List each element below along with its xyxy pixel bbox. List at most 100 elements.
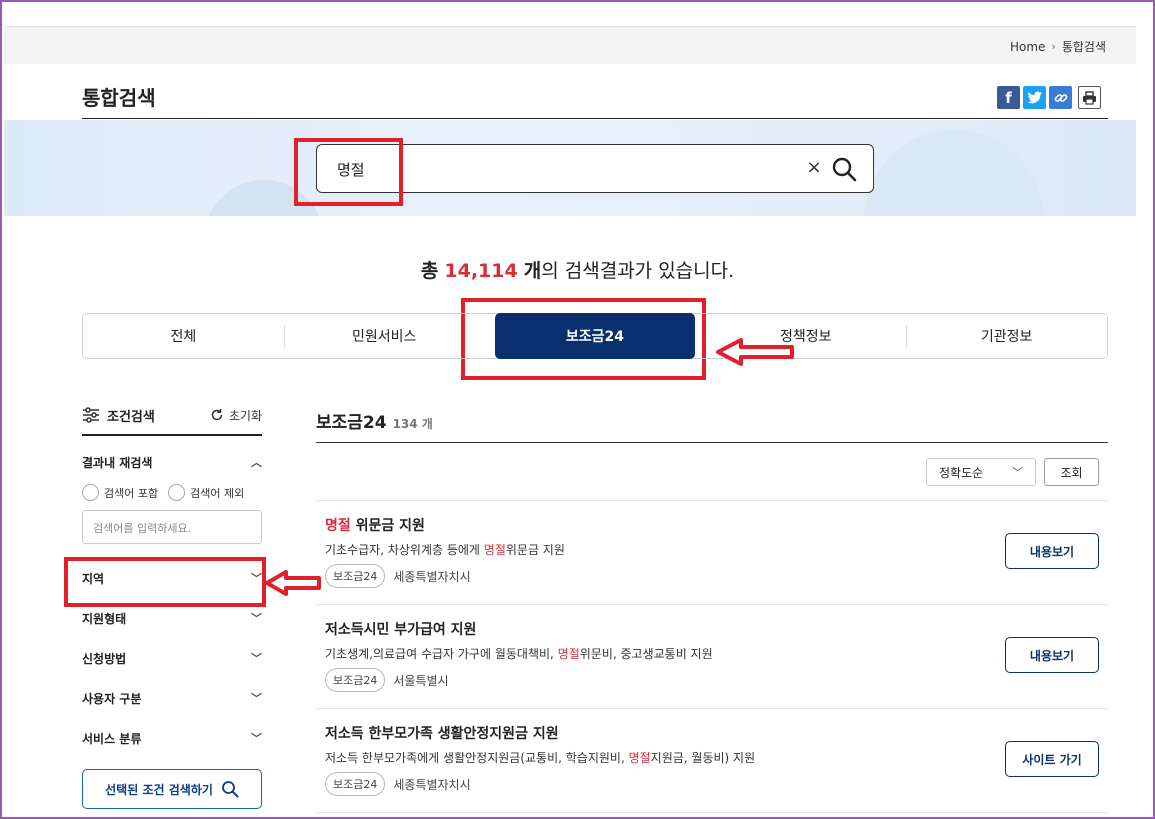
desc-text: 위문금 지원 — [505, 543, 565, 557]
filter-apply-method[interactable]: 신청방법 ﹀ — [82, 638, 262, 678]
result-count-number: 14,114 — [444, 260, 518, 282]
chevron-down-icon: ﹀ — [1012, 466, 1023, 479]
results-divider — [316, 442, 1108, 443]
view-detail-button[interactable]: 내용보기 — [1005, 533, 1099, 569]
sort-apply-button[interactable]: 조회 — [1044, 458, 1099, 486]
desc-text: 위문비, 중고생교통비 지원 — [579, 647, 713, 661]
desc-highlight: 명절 — [557, 647, 580, 661]
result-title[interactable]: 명절 위문금 지원 — [325, 515, 425, 535]
page-title: 통합검색 — [82, 86, 156, 110]
filter-user-type[interactable]: 사용자 구분 ﹀ — [82, 678, 262, 718]
filter-service-category[interactable]: 서비스 분류 ﹀ — [82, 718, 262, 758]
category-tag: 보조금24 — [325, 772, 386, 796]
result-meta: 보조금24 세종특별자치시 — [325, 564, 471, 588]
tab-subsidy24[interactable]: 보조금24 — [494, 313, 696, 359]
result-title[interactable]: 저소득 한부모가족 생활안정지원금 지원 — [325, 723, 559, 743]
refine-input[interactable]: 검색어를 입력하세요. — [82, 510, 262, 544]
filter-header: 조건검색 초기화 — [82, 402, 262, 436]
results-count: 134 개 — [392, 417, 433, 431]
result-title-highlight: 명절 — [325, 518, 351, 534]
print-icon[interactable] — [1078, 86, 1101, 109]
close-icon[interactable]: × — [804, 157, 824, 178]
refine-options: 검색어 포함 검색어 제외 — [82, 484, 262, 501]
filter-region-label: 지역 — [82, 571, 105, 586]
link-icon[interactable] — [1049, 86, 1072, 109]
search-icon — [221, 781, 239, 798]
filter-region[interactable]: 지역 ﹀ — [82, 558, 262, 598]
chevron-right-icon: › — [1051, 40, 1056, 53]
filter-title: 조건검색 — [82, 406, 155, 425]
filter-search-button[interactable]: 선택된 조건 검색하기 — [82, 769, 262, 809]
tab-all[interactable]: 전체 — [83, 314, 284, 358]
radio-circle — [168, 484, 186, 501]
breadcrumb: Home › 통합검색 — [1010, 38, 1106, 55]
annotation-box-search — [294, 138, 403, 206]
result-count: 총 14,114 개의 검색결과가 있습니다. — [2, 256, 1153, 283]
sort-select[interactable]: 정확도순 ﹀ — [926, 458, 1036, 486]
filter-support-type[interactable]: 지원형태 ﹀ — [82, 598, 262, 638]
refresh-icon — [211, 409, 223, 421]
radio-circle — [82, 484, 99, 501]
result-meta: 보조금24 서울특별시 — [325, 668, 449, 692]
result-title-text: 저소득시민 부가급여 지원 — [325, 622, 477, 638]
filter-service-category-label: 서비스 분류 — [82, 731, 142, 746]
chevron-down-icon: ﹀ — [251, 732, 262, 745]
view-detail-button[interactable]: 내용보기 — [1005, 637, 1099, 673]
share-buttons: f — [997, 86, 1101, 109]
title-divider — [82, 118, 1108, 119]
annotation-arrow-region — [265, 570, 321, 596]
twitter-icon[interactable] — [1023, 86, 1046, 109]
desc-highlight: 명절 — [483, 543, 506, 557]
search-input[interactable] — [337, 157, 777, 181]
filter-search-label: 선택된 조건 검색하기 — [105, 782, 213, 797]
result-org: 서울특별시 — [393, 673, 449, 688]
result-count-suffix: 의 검색결과가 있습니다. — [541, 260, 735, 282]
desc-text: 기초수급자, 차상위계층 등에게 — [325, 543, 484, 557]
filter-user-type-label: 사용자 구분 — [82, 691, 142, 706]
category-tag: 보조금24 — [325, 564, 386, 588]
include-label: 검색어 포함 — [104, 486, 159, 500]
breadcrumb-current: 통합검색 — [1061, 40, 1106, 54]
annotation-arrow-tab — [716, 338, 794, 366]
facebook-icon[interactable]: f — [997, 86, 1020, 109]
result-count-unit: 개 — [523, 260, 542, 282]
result-desc: 저소득 한부모가족에게 생활안정지원금(교통비, 학습지원비, 명절지원금, 월… — [325, 749, 755, 766]
exclude-radio[interactable]: 검색어 제외 — [168, 484, 244, 501]
result-title-text: 위문금 지원 — [350, 518, 425, 534]
result-item: 저소득시민 부가급여 지원 기초생계,의료급여 수급자 가구에 월동대책비, 명… — [316, 605, 1108, 709]
result-desc: 기초생계,의료급여 수급자 가구에 월동대책비, 명절위문비, 중고생교통비 지… — [325, 645, 713, 662]
result-item: 명절 위문금 지원 기초수급자, 차상위계층 등에게 명절위문금 지원 보조금2… — [316, 501, 1108, 605]
result-count-prefix: 총 — [420, 260, 439, 282]
reset-label: 초기화 — [228, 408, 262, 423]
desc-text: 기초생계,의료급여 수급자 가구에 월동대책비, — [325, 647, 558, 661]
breadcrumb-home[interactable]: Home — [1010, 40, 1045, 54]
result-desc: 기초수급자, 차상위계층 등에게 명절위문금 지원 — [325, 541, 565, 558]
result-title-text: 저소득 한부모가족 생활안정지원금 지원 — [325, 726, 559, 742]
decorative-blob — [864, 130, 1044, 216]
filter-sidebar: 조건검색 초기화 결과내 재검색 ︿ 검색어 포함 검색어 제외 검색어를 입력… — [82, 402, 262, 809]
include-radio[interactable]: 검색어 포함 — [82, 484, 158, 501]
page: Home › 통합검색 통합검색 f × 총 14,114 — [2, 2, 1153, 817]
sliders-icon — [83, 407, 99, 423]
search-icon[interactable] — [831, 156, 857, 182]
refine-section[interactable]: 결과내 재검색 ︿ — [82, 442, 262, 482]
desc-text: 지원금, 월동비) 지원 — [650, 751, 756, 765]
result-org: 세종특별자치시 — [393, 777, 471, 792]
sort-label: 정확도순 — [939, 465, 984, 480]
chevron-down-icon: ﹀ — [251, 612, 262, 625]
tab-civil-service[interactable]: 민원서비스 — [283, 314, 485, 358]
site-link-button[interactable]: 사이트 가기 — [1005, 741, 1099, 777]
results-title: 보조금24 134 개 — [316, 408, 433, 433]
result-org: 세종특별자치시 — [393, 569, 471, 584]
refine-label: 결과내 재검색 — [82, 455, 153, 470]
chevron-down-icon: ﹀ — [251, 572, 262, 585]
category-tabs: 전체 민원서비스 보조금24 정책정보 기관정보 — [82, 313, 1108, 359]
breadcrumb-bar: Home › 통합검색 — [4, 26, 1136, 64]
result-title[interactable]: 저소득시민 부가급여 지원 — [325, 619, 476, 639]
filter-support-type-label: 지원형태 — [82, 611, 127, 626]
reset-button[interactable]: 초기화 — [210, 407, 262, 424]
desc-text: 저소득 한부모가족에게 생활안정지원금(교통비, 학습지원비, — [325, 751, 629, 765]
tab-institution[interactable]: 기관정보 — [906, 314, 1107, 358]
chevron-down-icon: ﹀ — [251, 652, 262, 665]
results-title-label: 보조금24 — [316, 413, 387, 433]
